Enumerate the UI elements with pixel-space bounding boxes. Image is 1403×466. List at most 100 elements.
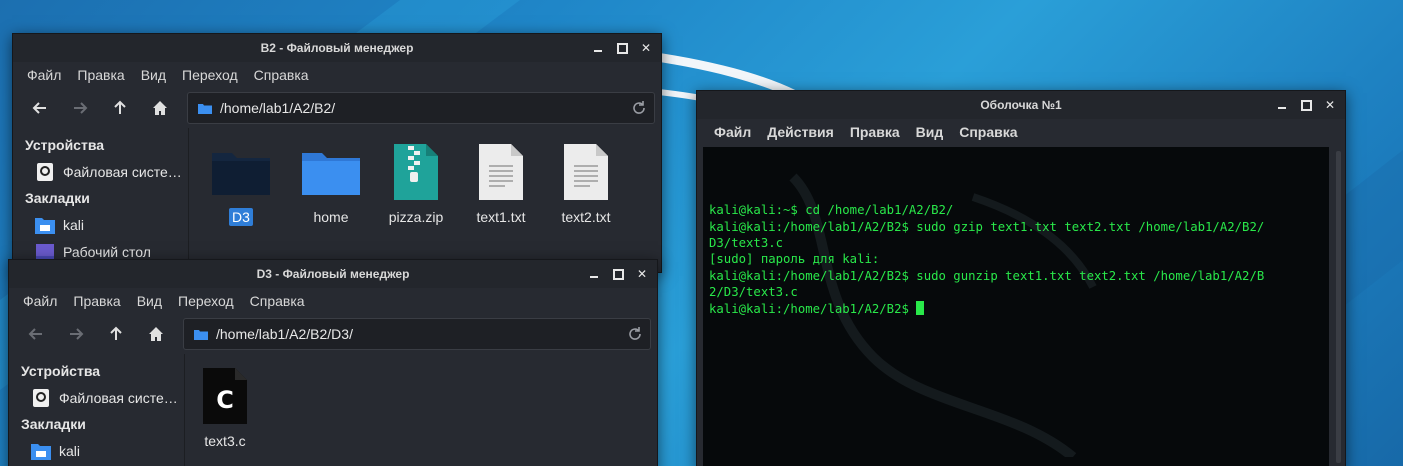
menu-go[interactable]: Переход bbox=[174, 67, 246, 83]
window-titlebar[interactable]: Оболочка №1 ✕ bbox=[697, 91, 1345, 119]
folder-icon bbox=[194, 329, 208, 340]
folder-icon bbox=[212, 153, 270, 195]
text-file-icon bbox=[564, 144, 608, 200]
terminal-line: kali@kali:/home/lab1/A2/B2$ sudo gunzip … bbox=[709, 268, 1265, 283]
home-folder-icon bbox=[31, 443, 51, 460]
sidebar-item-label: Файловая систе… bbox=[59, 389, 178, 406]
back-button[interactable] bbox=[21, 92, 59, 124]
window-title: B2 - Файловый менеджер bbox=[260, 41, 414, 55]
menu-actions[interactable]: Действия bbox=[759, 124, 842, 140]
sidebar-item-label: kali bbox=[63, 216, 85, 233]
home-button[interactable] bbox=[141, 92, 179, 124]
drive-icon bbox=[37, 162, 53, 181]
svg-text:C: C bbox=[216, 386, 234, 414]
file-item-d3[interactable]: D3 bbox=[199, 142, 283, 227]
file-name: pizza.zip bbox=[388, 209, 444, 225]
location-path: /home/lab1/A2/B2/D3/ bbox=[216, 326, 353, 342]
arrow-left-icon bbox=[32, 102, 46, 114]
menu-view[interactable]: Вид bbox=[133, 67, 174, 83]
menu-help[interactable]: Справка bbox=[242, 293, 313, 309]
window-title: D3 - Файловый менеджер bbox=[256, 267, 410, 281]
terminal-prompt: kali@kali:/home/lab1/A2/B2$ bbox=[709, 301, 917, 316]
toolbar: /home/lab1/A2/B2/D3/ bbox=[9, 314, 657, 354]
menu-view[interactable]: Вид bbox=[908, 124, 952, 140]
sidebar-item-label: Рабочий стол bbox=[63, 243, 151, 260]
text-file-icon bbox=[479, 144, 523, 200]
close-button[interactable]: ✕ bbox=[1323, 98, 1337, 112]
terminal-output[interactable]: kali@kali:~$ cd /home/lab1/A2/B2/kali@ka… bbox=[703, 147, 1329, 466]
menu-help[interactable]: Справка bbox=[246, 67, 317, 83]
sidebar: Устройства Файловая систе… Закладки kali… bbox=[13, 128, 189, 272]
reload-icon bbox=[633, 101, 645, 114]
menu-file[interactable]: Файл bbox=[19, 67, 69, 83]
sidebar-item-label: kali bbox=[59, 442, 81, 459]
terminal-line: kali@kali:~$ cd /home/lab1/A2/B2/ bbox=[709, 203, 954, 218]
file-item-text3-c[interactable]: C text3.c bbox=[183, 366, 267, 451]
menu-go[interactable]: Переход bbox=[170, 293, 242, 309]
file-manager-window-b2: B2 - Файловый менеджер ✕ Файл Правка Вид… bbox=[12, 33, 662, 273]
forward-button[interactable] bbox=[61, 92, 99, 124]
arrow-right-icon bbox=[70, 328, 84, 340]
forward-button[interactable] bbox=[57, 318, 95, 350]
sidebar-item-filesystem[interactable]: Файловая систе… bbox=[9, 384, 184, 411]
sidebar: Устройства Файловая систе… Закладки kali bbox=[9, 354, 185, 466]
back-button[interactable] bbox=[17, 318, 55, 350]
location-bar[interactable]: /home/lab1/A2/B2/ bbox=[187, 92, 655, 124]
file-item-pizza-zip[interactable]: pizza.zip bbox=[374, 142, 458, 227]
file-item-text2[interactable]: text2.txt bbox=[544, 142, 628, 227]
menu-help[interactable]: Справка bbox=[951, 124, 1025, 140]
arrow-right-icon bbox=[74, 102, 88, 114]
folder-icon bbox=[198, 103, 212, 114]
terminal-window: Оболочка №1 ✕ Файл Действия Правка Вид С… bbox=[696, 90, 1346, 466]
maximize-button[interactable] bbox=[615, 41, 629, 55]
reload-button[interactable] bbox=[624, 100, 654, 116]
menu-file[interactable]: Файл bbox=[15, 293, 65, 309]
location-bar[interactable]: /home/lab1/A2/B2/D3/ bbox=[183, 318, 651, 350]
sidebar-header-devices: Устройства bbox=[25, 137, 105, 153]
file-item-home[interactable]: home bbox=[289, 142, 373, 227]
zip-icon bbox=[394, 144, 438, 200]
window-titlebar[interactable]: D3 - Файловый менеджер ✕ bbox=[9, 260, 657, 288]
arrow-up-icon bbox=[110, 326, 122, 340]
desktop-icon bbox=[36, 243, 54, 260]
sidebar-item-kali[interactable]: kali bbox=[13, 211, 188, 238]
file-name: text3.c bbox=[204, 433, 246, 449]
sidebar-header-bookmarks: Закладки bbox=[21, 416, 86, 432]
file-name: home bbox=[313, 209, 349, 225]
close-button[interactable]: ✕ bbox=[639, 41, 653, 55]
sidebar-item-kali[interactable]: kali bbox=[9, 437, 184, 464]
sidebar-item-filesystem[interactable]: Файловая систе… bbox=[13, 158, 188, 185]
close-button[interactable]: ✕ bbox=[635, 267, 649, 281]
maximize-button[interactable] bbox=[611, 267, 625, 281]
file-name: D3 bbox=[229, 208, 253, 226]
reload-button[interactable] bbox=[620, 326, 650, 342]
home-icon bbox=[153, 101, 167, 115]
terminal-line: D3/text3.c bbox=[709, 236, 784, 251]
file-item-text1[interactable]: text1.txt bbox=[459, 142, 543, 227]
home-button[interactable] bbox=[137, 318, 175, 350]
c-source-icon: C bbox=[203, 368, 247, 424]
menu-edit[interactable]: Правка bbox=[65, 293, 128, 309]
menu-file[interactable]: Файл bbox=[706, 124, 759, 140]
reload-icon bbox=[629, 327, 641, 340]
terminal-line: kali@kali:/home/lab1/A2/B2$ sudo gzip te… bbox=[709, 219, 1265, 234]
terminal-line: [sudo] пароль для kali: bbox=[709, 252, 880, 267]
menu-edit[interactable]: Правка bbox=[69, 67, 132, 83]
maximize-button[interactable] bbox=[1299, 98, 1313, 112]
terminal-cursor bbox=[916, 300, 925, 315]
menu-bar: Файл Правка Вид Переход Справка bbox=[9, 288, 657, 314]
window-titlebar[interactable]: B2 - Файловый менеджер ✕ bbox=[13, 34, 661, 62]
minimize-button[interactable] bbox=[1275, 98, 1289, 112]
menu-bar: Файл Правка Вид Переход Справка bbox=[13, 62, 661, 88]
minimize-button[interactable] bbox=[591, 41, 605, 55]
arrow-up-icon bbox=[114, 100, 126, 114]
home-icon bbox=[149, 327, 163, 341]
file-view: C text3.c bbox=[185, 354, 657, 466]
menu-view[interactable]: Вид bbox=[129, 293, 170, 309]
scrollbar[interactable] bbox=[1336, 151, 1341, 463]
up-button[interactable] bbox=[101, 92, 139, 124]
location-path: /home/lab1/A2/B2/ bbox=[220, 100, 336, 116]
minimize-button[interactable] bbox=[587, 267, 601, 281]
menu-edit[interactable]: Правка bbox=[842, 124, 908, 140]
up-button[interactable] bbox=[97, 318, 135, 350]
